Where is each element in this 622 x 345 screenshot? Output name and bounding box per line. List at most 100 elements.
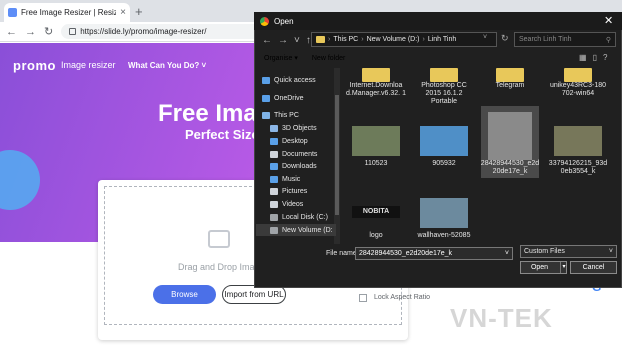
image-thumbnail[interactable]: NOBITA bbox=[352, 206, 400, 218]
lock-icon bbox=[69, 28, 77, 35]
forward-icon[interactable]: → bbox=[25, 26, 36, 38]
breadcrumb-this-pc[interactable]: This PC bbox=[333, 36, 358, 43]
recent-locations-icon[interactable]: ˅ bbox=[294, 35, 300, 46]
folder-icon[interactable] bbox=[362, 68, 390, 82]
breadcrumb-new-volume[interactable]: New Volume (D:) bbox=[367, 36, 420, 43]
nav-item[interactable]: New Volume (D: bbox=[256, 224, 336, 236]
image-thumbnail[interactable] bbox=[420, 126, 468, 156]
back-icon[interactable]: ← bbox=[262, 35, 272, 46]
nav-item[interactable]: Documents bbox=[256, 148, 336, 160]
file-label[interactable]: 28428944530_e2d 20de17e_k bbox=[480, 160, 540, 176]
lock-aspect-checkbox[interactable] bbox=[359, 294, 367, 302]
file-label[interactable]: 110523 bbox=[346, 160, 406, 168]
nav-item-icon bbox=[262, 94, 270, 102]
nav-item-label: Documents bbox=[282, 150, 318, 158]
search-placeholder: Search Linh Tinh bbox=[519, 36, 572, 43]
file-label[interactable]: wallhaven-52085 bbox=[414, 232, 474, 240]
image-icon bbox=[208, 230, 230, 248]
nav-item[interactable]: Desktop bbox=[256, 135, 336, 147]
file-label[interactable]: unikey43RC3-180 702-win64 bbox=[548, 82, 608, 98]
nav-item-icon bbox=[270, 162, 278, 170]
organise-button[interactable]: Organise ▾ bbox=[264, 54, 298, 62]
open-dropdown-icon[interactable]: ▾ bbox=[560, 262, 567, 273]
promo-logo[interactable]: promo bbox=[13, 58, 56, 73]
tab-title: Free Image Resizer | Resize Your I bbox=[21, 8, 117, 17]
nav-item[interactable]: Local Disk (C:) bbox=[256, 211, 336, 223]
lock-aspect-label: Lock Aspect Ratio bbox=[374, 294, 431, 301]
cancel-button[interactable]: Cancel bbox=[570, 261, 617, 274]
nav-item[interactable]: This PC bbox=[256, 109, 336, 121]
folder-icon[interactable] bbox=[496, 68, 524, 82]
navigation-pane: Quick access OneDrive This PC 3D Objects Des… bbox=[256, 68, 336, 244]
view-options-icon[interactable]: ▦ bbox=[579, 53, 587, 62]
nav-item-icon bbox=[270, 124, 278, 132]
refresh-icon[interactable]: ↻ bbox=[501, 33, 509, 44]
nav-item-label: Local Disk (C:) bbox=[282, 213, 328, 221]
search-icon: ⚲ bbox=[605, 36, 611, 44]
nav-item[interactable]: Videos bbox=[256, 198, 336, 210]
file-label[interactable]: 33794126215_93d 0eb3554_k bbox=[548, 160, 608, 176]
nav-what-can-you-do[interactable]: What Can You Do? ˅ bbox=[128, 61, 206, 70]
nav-item-icon bbox=[270, 137, 278, 145]
dialog-titlebar: Open bbox=[254, 12, 622, 30]
nav-item[interactable]: Downloads bbox=[256, 160, 336, 172]
dialog-search-input[interactable]: Search Linh Tinh ⚲ bbox=[514, 32, 616, 47]
dialog-title: Open bbox=[274, 16, 294, 26]
chrome-icon bbox=[260, 16, 269, 26]
nav-item-label: Downloads bbox=[282, 162, 317, 170]
chevron-down-icon: ˅ bbox=[608, 248, 613, 255]
chevron-down-icon[interactable]: ˅ bbox=[505, 250, 509, 257]
drop-zone-text: Drag and Drop Imag bbox=[178, 262, 260, 272]
nav-item[interactable]: Pictures bbox=[256, 185, 336, 197]
nav-item[interactable]: OneDrive bbox=[256, 92, 336, 104]
new-tab-button[interactable]: + bbox=[135, 4, 143, 19]
image-thumbnail[interactable] bbox=[352, 126, 400, 156]
breadcrumb-linh-tinh[interactable]: Linh Tinh bbox=[428, 36, 456, 43]
reload-icon[interactable]: ↻ bbox=[44, 25, 53, 38]
nav-item-icon bbox=[262, 76, 270, 84]
file-label[interactable]: Photoshop CC 2015 16.1.2 Portable bbox=[414, 82, 474, 106]
file-label[interactable]: Telegram bbox=[480, 82, 540, 90]
folder-icon[interactable] bbox=[430, 68, 458, 82]
dialog-address-bar[interactable]: › This PC › New Volume (D:) › Linh Tinh bbox=[311, 32, 497, 47]
file-name-label: File name: bbox=[326, 250, 359, 257]
nav-item[interactable]: Music bbox=[256, 173, 336, 185]
back-icon[interactable]: ← bbox=[6, 26, 17, 38]
new-folder-button[interactable]: New folder bbox=[312, 55, 345, 62]
nav-item-icon bbox=[270, 213, 278, 221]
close-tab-icon[interactable]: × bbox=[120, 7, 126, 18]
dialog-close-button[interactable]: ✕ bbox=[604, 14, 613, 27]
dialog-command-bar: Organise ▾ New folder bbox=[254, 50, 622, 66]
image-thumbnail[interactable] bbox=[554, 126, 602, 156]
file-label[interactable]: 905932 bbox=[414, 160, 474, 168]
file-label[interactable]: logo bbox=[346, 232, 406, 240]
file-name-input[interactable]: 28428944530_e2d20de17e_k ˅ bbox=[355, 247, 513, 260]
nav-item-label: Pictures bbox=[282, 187, 308, 195]
nav-item[interactable]: Quick access bbox=[256, 74, 336, 86]
browse-button[interactable]: Browse bbox=[153, 285, 216, 304]
nav-item-icon bbox=[270, 175, 278, 183]
folder-icon[interactable] bbox=[564, 68, 592, 82]
help-icon[interactable]: ? bbox=[603, 53, 607, 62]
nav-item[interactable]: 3D Objects bbox=[256, 122, 336, 134]
nav-item-label: Desktop bbox=[282, 137, 308, 145]
nav-item-icon bbox=[270, 187, 278, 195]
preview-pane-icon[interactable]: ▯ bbox=[593, 53, 597, 62]
view-controls: ▦ ▯ ? bbox=[579, 53, 607, 62]
image-thumbnail[interactable] bbox=[488, 112, 532, 160]
nav-item-icon bbox=[270, 150, 278, 158]
nav-item-label: OneDrive bbox=[274, 94, 304, 102]
url-text: https://slide.ly/promo/image-resizer/ bbox=[80, 27, 207, 36]
nav-item-label: Quick access bbox=[274, 76, 316, 84]
file-label[interactable]: Internet.Downloa d.Manager.v6.32. 1 bbox=[346, 82, 406, 98]
forward-icon[interactable]: → bbox=[278, 35, 288, 46]
image-thumbnail[interactable] bbox=[420, 198, 468, 228]
file-name-value: 28428944530_e2d20de17e_k bbox=[359, 250, 453, 257]
browser-tab[interactable]: Free Image Resizer | Resize Your I × bbox=[4, 3, 130, 22]
nav-item-label: Videos bbox=[282, 200, 304, 208]
file-type-value: Custom Files bbox=[524, 248, 565, 255]
favicon-icon bbox=[8, 8, 17, 17]
file-type-select[interactable]: Custom Files ˅ bbox=[520, 245, 617, 258]
nav-item-icon bbox=[270, 200, 278, 208]
address-dropdown-icon[interactable]: ˅ bbox=[483, 34, 487, 41]
